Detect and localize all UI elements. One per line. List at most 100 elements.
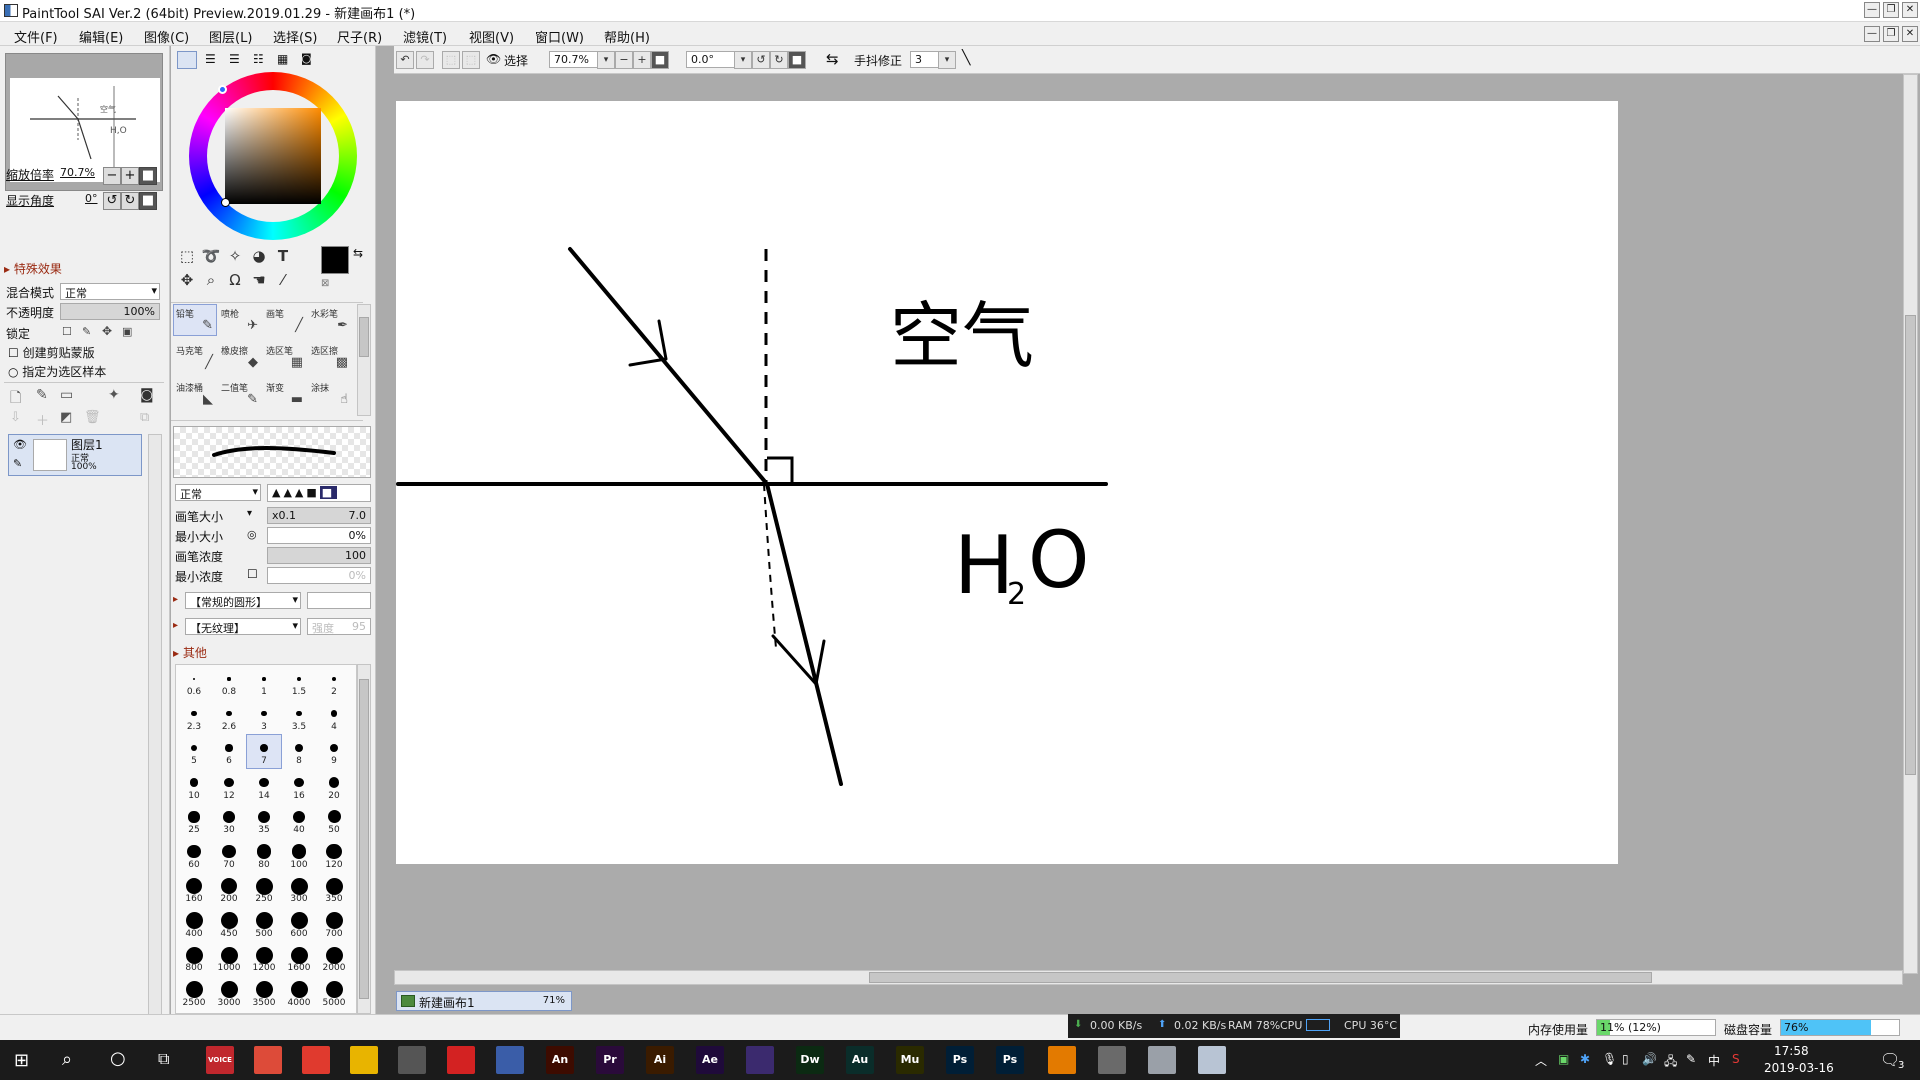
brush-size-item[interactable]: 3.5 [281, 700, 317, 735]
brush-tool-scroll-thumb[interactable] [359, 317, 369, 357]
brush-size-item[interactable]: 6 [211, 734, 247, 769]
taskbar-app-icon[interactable] [254, 1046, 282, 1074]
brush-size-item[interactable]: 2500 [176, 976, 212, 1011]
brush-size-item[interactable]: 1000 [211, 941, 247, 976]
brush-size-item[interactable]: 14 [246, 769, 282, 804]
microphone-icon[interactable]: 🎙 [1602, 1052, 1617, 1066]
lasso-icon[interactable]: ➰ [199, 244, 223, 268]
brush-tool-item[interactable]: 选区擦 ▩ [308, 341, 352, 373]
density-slider[interactable]: 100 [267, 547, 371, 564]
brush-size-item[interactable]: 2 [316, 665, 352, 700]
clear-layer-icon[interactable]: ◩ [60, 410, 72, 425]
brush-size-item[interactable]: 70 [211, 838, 247, 873]
brush-size-item[interactable]: 2000 [316, 941, 352, 976]
brush-tool-item[interactable]: 油漆桶 ◣ [173, 378, 217, 410]
brush-size-item[interactable]: 0.6 [176, 665, 212, 700]
taskbar-app-icon[interactable] [350, 1046, 378, 1074]
pressure-icon[interactable]: ◎ [247, 528, 257, 541]
rotate-left-button[interactable]: ↺ [103, 192, 121, 210]
brush-size-item[interactable]: 9 [316, 734, 352, 769]
network-icon[interactable]: 🖧 [1664, 1052, 1677, 1073]
sogou-icon[interactable]: S [1732, 1052, 1740, 1066]
brush-size-item[interactable]: 1200 [246, 941, 282, 976]
brush-size-item[interactable]: 300 [281, 872, 317, 907]
brush-size-item[interactable]: 2.3 [176, 700, 212, 735]
new-layer-icon[interactable]: 🗋 [10, 387, 21, 411]
texture-strength[interactable]: 强度 95 [307, 618, 371, 635]
min-density-slider[interactable]: 0% [267, 567, 371, 584]
brush-size-item[interactable]: 350 [316, 872, 352, 907]
menu-filter[interactable]: 滤镜(T) [403, 27, 447, 46]
toolbar-zoom-in-button[interactable]: + [633, 51, 651, 69]
brush-size-item[interactable]: 40 [281, 803, 317, 838]
taskbar-app-icon[interactable]: Ps [996, 1046, 1024, 1074]
brush-size-item[interactable]: 2.6 [211, 700, 247, 735]
new-vector-layer-icon[interactable]: ✎ [36, 387, 48, 403]
menu-select[interactable]: 选择(S) [273, 27, 317, 46]
expand-arrow-icon[interactable]: ▸ [173, 594, 178, 605]
minimize-button[interactable]: — [1864, 2, 1880, 18]
transfer-down-icon[interactable]: ⇩ [10, 410, 21, 425]
brush-tool-item[interactable]: 喷枪 ✈ [218, 304, 262, 336]
canvas-hscrollbar[interactable] [394, 970, 1903, 985]
brush-size-item[interactable]: 500 [246, 907, 282, 942]
canvas-vscroll-thumb[interactable] [1905, 315, 1916, 775]
menu-ruler[interactable]: 尺子(R) [337, 27, 382, 46]
taskbar-app-icon[interactable] [1048, 1046, 1076, 1074]
brush-size-item[interactable]: 120 [316, 838, 352, 873]
canvas-hscroll-thumb[interactable] [869, 972, 1652, 983]
color-handle[interactable] [221, 198, 230, 207]
brush-tool-item[interactable]: 水彩笔 ✒ [308, 304, 352, 336]
other-section-header[interactable]: ▸ 其他 [173, 644, 207, 661]
brush-size-scrollbar[interactable] [357, 664, 371, 1014]
canvas[interactable]: 空气 H 2 O [396, 101, 1618, 864]
brush-size-item[interactable]: 60 [176, 838, 212, 873]
lock-paint-icon[interactable]: ✎ [82, 325, 91, 338]
brush-size-item[interactable]: 12 [211, 769, 247, 804]
brush-size-item[interactable]: 1.5 [281, 665, 317, 700]
texture-select[interactable]: 【无纹理】 ▾ [185, 618, 301, 635]
expand-arrow-icon[interactable]: ▸ [173, 620, 178, 631]
brush-tool-item[interactable]: 马克笔 ╱ [173, 341, 217, 373]
brush-tool-item[interactable]: 选区笔 ▦ [263, 341, 307, 373]
brush-tool-scrollbar[interactable] [357, 304, 371, 416]
brush-size-item[interactable]: 1600 [281, 941, 317, 976]
undo-button[interactable]: ↶ [396, 51, 414, 69]
zoom-select[interactable]: 70.7% [549, 51, 601, 68]
angle-value[interactable]: 0° [85, 192, 98, 205]
zoom-value[interactable]: 70.7% [60, 166, 95, 179]
clip-mask-checkbox[interactable]: ☐ 创建剪贴蒙版 [8, 344, 95, 361]
palette-tab[interactable]: ◙ [301, 52, 312, 65]
hsv-slider-tab[interactable]: ☰ [229, 52, 240, 66]
clock-date[interactable]: 2019-03-16 [1764, 1061, 1834, 1075]
brush-shape-select[interactable]: 【常规的圆形】 ▾ [185, 592, 301, 609]
flip-horizontal-icon[interactable]: ⇆ [826, 50, 839, 68]
rotate-tool-icon[interactable]: Ω [223, 268, 247, 292]
taskbar-app-icon[interactable] [1198, 1046, 1226, 1074]
close-button[interactable]: ✕ [1902, 2, 1918, 18]
chevron-down-icon[interactable]: ▾ [597, 51, 615, 69]
brush-size-item[interactable]: 200 [211, 872, 247, 907]
brush-size-item[interactable]: 5 [176, 734, 212, 769]
taskbar-app-icon[interactable] [1148, 1046, 1176, 1074]
taskbar-app-icon[interactable]: Ai [646, 1046, 674, 1074]
brush-size-scroll-thumb[interactable] [359, 679, 369, 999]
brush-tool-item[interactable]: 橡皮擦 ◆ [218, 341, 262, 373]
chevron-down-icon[interactable]: ▾ [938, 51, 956, 69]
scratchpad-tab[interactable]: ▦ [277, 52, 288, 66]
brush-size-item[interactable]: 20 [316, 769, 352, 804]
toolbar-zoom-out-button[interactable]: − [615, 51, 633, 69]
taskbar-app-icon[interactable] [302, 1046, 330, 1074]
lock-all-icon[interactable]: ▣ [122, 325, 132, 338]
zoom-out-button[interactable]: − [103, 167, 121, 185]
pen-tray-icon[interactable]: ✎ [1686, 1052, 1696, 1066]
layer-scrollbar[interactable] [148, 434, 162, 1044]
brush-tool-item[interactable]: 二值笔 ✎ [218, 378, 262, 410]
document-tab[interactable]: 新建画布1 71% [396, 991, 572, 1011]
apply-mask-icon[interactable]: ⧉ [140, 410, 149, 425]
invert-selection-button[interactable]: ⬚ [462, 51, 480, 69]
maximize-button[interactable]: ❐ [1883, 2, 1899, 18]
brush-size-item[interactable]: 5000 [316, 976, 352, 1011]
magic-wand-icon[interactable]: ✧ [223, 244, 247, 268]
doc-minimize-button[interactable]: — [1864, 26, 1880, 42]
